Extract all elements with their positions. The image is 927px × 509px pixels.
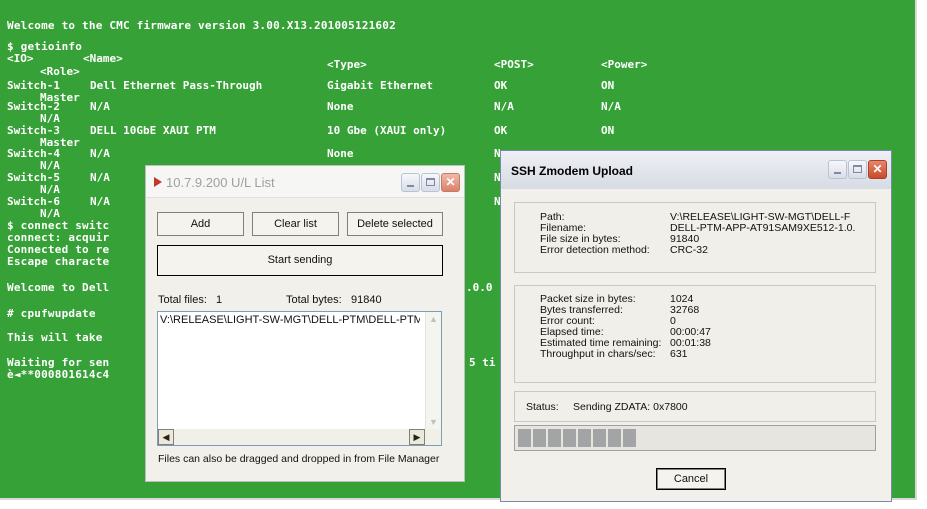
header-name: <Name> [83, 52, 123, 65]
error-method-label: Error detection method: [540, 244, 650, 256]
zmodem-upload-window[interactable]: SSH Zmodem Upload ✕ Path: V:\RELEASE\LIG… [500, 150, 892, 502]
zmodem-title: SSH Zmodem Upload [511, 164, 634, 178]
scroll-up-icon[interactable]: ▲ [426, 312, 441, 327]
terminal-waiting-tail: 5 ti [469, 356, 496, 369]
progress-block [533, 429, 546, 447]
close-button[interactable]: ✕ [868, 160, 887, 179]
vertical-scrollbar[interactable]: ▲ ▼ [425, 312, 441, 430]
maximize-button[interactable] [848, 160, 867, 179]
file-info-group: Path: V:\RELEASE\LIGHT-SW-MGT\DELL-F Fil… [514, 202, 876, 273]
progress-block [563, 429, 576, 447]
close-icon: ✕ [872, 162, 883, 176]
drag-drop-hint: Files can also be dragged and dropped in… [158, 453, 440, 465]
maximize-icon [853, 165, 862, 173]
row4-type: None [327, 147, 354, 160]
file-listbox[interactable]: V:\RELEASE\LIGHT-SW-MGT\DELL-PTM\DELL-PT… [157, 311, 442, 446]
minimize-icon [407, 185, 414, 187]
row6-name: N/A [90, 195, 110, 208]
delete-selected-button[interactable]: Delete selected [347, 212, 443, 236]
header-io: <IO> [7, 52, 34, 65]
header-type: <Type> [327, 58, 367, 71]
scroll-left-icon[interactable]: ◀ [158, 429, 174, 445]
row4-name: N/A [90, 147, 110, 160]
terminal-welcome-dell-tail: .0.0 [466, 281, 493, 294]
ul-list-title: 10.7.9.200 U/L List [166, 175, 275, 190]
status-label: Status: [526, 401, 559, 413]
row3-post: OK [494, 124, 508, 137]
header-post: <POST> [494, 58, 534, 71]
progress-block [608, 429, 621, 447]
terminal-cpufwupdate: # cpufwupdate [7, 307, 96, 320]
ul-list-window[interactable]: 10.7.9.200 U/L List ✕ Add Clear list Del… [145, 165, 465, 482]
total-bytes-label: Total bytes: [286, 294, 342, 306]
total-bytes-value: 91840 [351, 294, 382, 306]
minimize-icon [834, 172, 841, 174]
status-value: Sending ZDATA: 0x7800 [573, 401, 688, 413]
row5-name: N/A [90, 171, 110, 184]
close-icon: ✕ [445, 175, 456, 189]
row1-post: OK [494, 79, 508, 92]
start-sending-button[interactable]: Start sending [157, 245, 443, 276]
minimize-button[interactable] [828, 160, 847, 179]
row2-type: None [327, 100, 354, 113]
row3-type: 10 Gbe (XAUI only) [327, 124, 447, 137]
progress-block [518, 429, 531, 447]
total-files-label: Total files: [158, 294, 207, 306]
header-power: <Power> [601, 58, 648, 71]
upload-progress-bar [514, 425, 876, 451]
horizontal-scrollbar[interactable]: ◀ ▶ [158, 429, 441, 445]
progress-block [548, 429, 561, 447]
row1-name: Dell Ethernet Pass-Through [90, 79, 263, 92]
app-icon [154, 177, 162, 187]
row2-power: N/A [601, 100, 621, 113]
row3-name: DELL 10GbE XAUI PTM [90, 124, 216, 137]
maximize-icon [426, 178, 435, 186]
throughput-label: Throughput in chars/sec: [540, 348, 656, 360]
terminal-garbage: è◄**000801614c4 [7, 368, 110, 381]
row2-name: N/A [90, 100, 110, 113]
error-method-value: CRC-32 [670, 244, 708, 256]
zmodem-titlebar[interactable]: SSH Zmodem Upload ✕ [501, 151, 891, 189]
status-group: Status: Sending ZDATA: 0x7800 [514, 391, 876, 422]
progress-block [578, 429, 591, 447]
ul-list-titlebar[interactable]: 10.7.9.200 U/L List ✕ [146, 166, 464, 198]
scroll-right-icon[interactable]: ▶ [409, 429, 425, 445]
terminal-this-will: This will take [7, 331, 103, 344]
terminal-escape: Escape characte [7, 255, 110, 268]
row1-power: ON [601, 79, 615, 92]
row1-type: Gigabit Ethernet [327, 79, 433, 92]
terminal-welcome: Welcome to the CMC firmware version 3.00… [7, 19, 396, 32]
total-files-value: 1 [216, 294, 223, 306]
clear-list-button[interactable]: Clear list [252, 212, 339, 236]
row3-power: ON [601, 124, 615, 137]
minimize-button[interactable] [401, 173, 420, 192]
scroll-down-icon[interactable]: ▼ [426, 415, 441, 430]
list-item[interactable]: V:\RELEASE\LIGHT-SW-MGT\DELL-PTM\DELL-PT… [160, 314, 420, 326]
close-button[interactable]: ✕ [441, 173, 460, 192]
cancel-button[interactable]: Cancel [656, 468, 726, 490]
add-button[interactable]: Add [157, 212, 244, 236]
throughput-value: 631 [670, 348, 688, 360]
terminal-welcome-dell: Welcome to Dell [7, 281, 110, 294]
transfer-stats-group: Packet size in bytes: 1024 Bytes transfe… [514, 285, 876, 383]
progress-block [593, 429, 606, 447]
header-role: <Role> [40, 65, 80, 78]
progress-block [623, 429, 636, 447]
row2-post: N/A [494, 100, 514, 113]
maximize-button[interactable] [421, 173, 440, 192]
